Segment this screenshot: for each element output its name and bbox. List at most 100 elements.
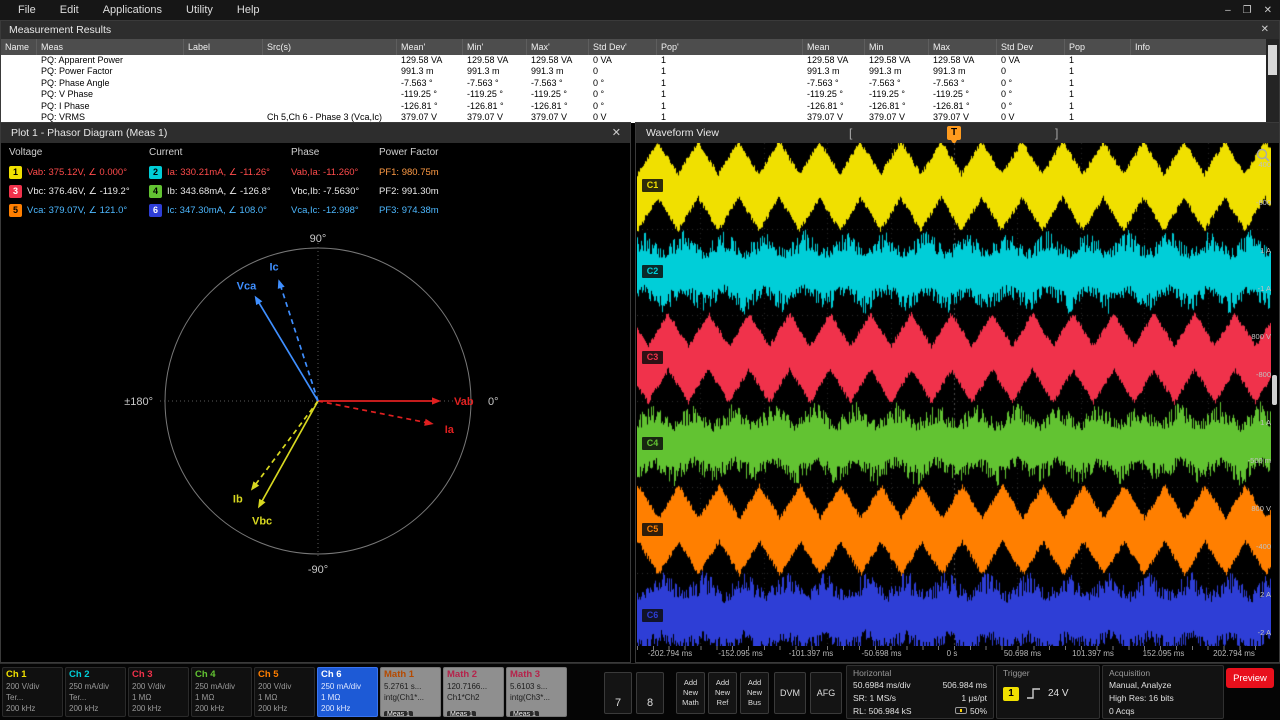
menu-edit[interactable]: Edit	[48, 0, 91, 20]
phasor-vector-vca	[258, 302, 318, 401]
channel-badge-ch-3[interactable]: Ch 3200 V/div1 MΩ200 kHz	[128, 667, 189, 717]
meas-column-header[interactable]: Src(s)	[263, 39, 397, 55]
time-label: 0 s	[947, 649, 958, 658]
trigger-panel[interactable]: Trigger 1 24 V	[996, 665, 1100, 719]
menu-help[interactable]: Help	[225, 0, 272, 20]
trigger-source-badge[interactable]: 1	[1003, 687, 1019, 701]
channel-badge-detail: 1 MΩ	[258, 692, 311, 703]
meas-cell: 0 °	[997, 101, 1065, 112]
meas-cell	[1, 89, 37, 100]
measurement-scrollbar[interactable]	[1266, 39, 1279, 123]
preview-button[interactable]: Preview	[1226, 668, 1274, 688]
channel-badge-ch-6[interactable]: Ch 6250 mA/div1 MΩ200 kHz	[317, 667, 378, 717]
phasor-arrowhead-ic	[278, 279, 285, 289]
meas-cell: 1	[1065, 55, 1131, 66]
time-label: 152.095 ms	[1143, 649, 1185, 658]
meas-cell: 1	[657, 66, 803, 77]
meas-column-header[interactable]: Name	[1, 39, 37, 55]
horizontal-panel[interactable]: Horizontal 50.6984 ms/div 506.984 ms SR:…	[846, 665, 994, 719]
meas-cell: 991.3 m	[397, 66, 463, 77]
add-new-bus-button[interactable]: Add New Bus	[740, 672, 769, 714]
channel-badge-detail: 200 kHz	[258, 703, 311, 714]
channel-badge-detail: 200 V/div	[132, 681, 185, 692]
channel-7-button[interactable]: 7	[604, 672, 632, 714]
channel-8-button[interactable]: 8	[636, 672, 664, 714]
close-icon[interactable]: ✕	[1261, 21, 1269, 39]
meas-column-header[interactable]: Info	[1131, 39, 1267, 55]
menu-file[interactable]: File	[6, 0, 48, 20]
meas-cell: -119.25 °	[929, 89, 997, 100]
zoom-icon[interactable]	[1256, 148, 1270, 162]
measurement-row[interactable]: PQ: Phase Angle-7.563 °-7.563 °-7.563 °0…	[1, 78, 1267, 89]
channel-badge-ch-1[interactable]: Ch 1200 V/divTer...200 kHz	[2, 667, 63, 717]
channel-badge-math-3[interactable]: Math 35.6103 s...intg(Ch3*...Meas 1	[506, 667, 567, 717]
maximize-icon[interactable]: ❐	[1243, 5, 1252, 16]
meas-column-header[interactable]: Pop	[1065, 39, 1131, 55]
channel-badge-detail: 200 kHz	[195, 703, 248, 714]
axis-label-0: 0°	[488, 396, 499, 408]
waveform-channel-handle-c2[interactable]: C2	[641, 264, 664, 279]
channel-badge-ch-5[interactable]: Ch 5200 V/div1 MΩ200 kHz	[254, 667, 315, 717]
add-new-math-button[interactable]: Add New Math	[676, 672, 705, 714]
minimize-icon[interactable]: –	[1225, 5, 1231, 16]
expansion-bracket-right[interactable]: ]	[1055, 123, 1058, 143]
scale-label: 2 A	[1229, 590, 1271, 599]
meas-column-header[interactable]: Pop'	[657, 39, 803, 55]
expansion-bracket-left[interactable]: [	[849, 123, 852, 143]
meas-column-header[interactable]: Meas	[37, 39, 184, 55]
acquisition-mode: Manual, Analyze	[1109, 679, 1217, 692]
meas-cell: -7.563 °	[527, 78, 589, 89]
meas-cell	[184, 55, 263, 66]
meas-column-header[interactable]: Std Dev	[997, 39, 1065, 55]
time-label: -152.095 ms	[718, 649, 762, 658]
scale-label: -1 A	[1229, 284, 1271, 293]
waveform-scrollbar[interactable]	[1272, 375, 1277, 405]
meas-cell: 0 VA	[997, 55, 1065, 66]
waveform-view-panel: Waveform View [ ] T C1C2C3C4C5C6 400-800…	[635, 122, 1280, 663]
channel-badge-math-2[interactable]: Math 2120.7166...Ch1*Ch2Meas 1	[443, 667, 504, 717]
afg-button[interactable]: AFG	[810, 672, 842, 714]
meas-cell: -7.563 °	[397, 78, 463, 89]
meas-cell: -119.25 °	[397, 89, 463, 100]
menu-utility[interactable]: Utility	[174, 0, 225, 20]
scrollbar-thumb[interactable]	[1268, 45, 1277, 75]
menu-applications[interactable]: Applications	[91, 0, 174, 20]
meas-cell: -119.25 °	[463, 89, 527, 100]
channel-badge-ch-2[interactable]: Ch 2250 mA/divTer...200 kHz	[65, 667, 126, 717]
meas-cell: -126.81 °	[929, 101, 997, 112]
meas-column-header[interactable]: Mean	[803, 39, 865, 55]
channel-badge-detail: 200 kHz	[69, 703, 122, 714]
scale-label: 1 A	[1229, 246, 1271, 255]
meas-cell	[1, 55, 37, 66]
close-icon[interactable]: ✕	[612, 123, 621, 143]
waveform-channel-handle-c4[interactable]: C4	[641, 436, 664, 451]
waveform-channel-handle-c1[interactable]: C1	[641, 178, 664, 193]
channel-badge-math-1[interactable]: Math 15.2761 s...intg(Ch1*...Meas 1	[380, 667, 441, 717]
measurement-row[interactable]: PQ: V Phase-119.25 °-119.25 °-119.25 °0 …	[1, 89, 1267, 100]
meas-column-header[interactable]: Label	[184, 39, 263, 55]
measurement-row[interactable]: PQ: Apparent Power129.58 VA129.58 VA129.…	[1, 55, 1267, 66]
trigger-position-marker[interactable]: T	[947, 126, 961, 140]
acquisition-panel[interactable]: Acquisition Manual, Analyze High Res: 16…	[1102, 665, 1224, 719]
meas-cell	[1131, 101, 1267, 112]
meas-column-header[interactable]: Max'	[527, 39, 589, 55]
phasor-plot-titlebar: Plot 1 - Phasor Diagram (Meas 1) ✕	[1, 123, 630, 143]
meas-cell: 129.58 VA	[803, 55, 865, 66]
meas-column-header[interactable]: Std Dev'	[589, 39, 657, 55]
scale-label: -400	[1229, 542, 1271, 551]
close-icon[interactable]: ✕	[1264, 5, 1272, 16]
meas-column-header[interactable]: Mean'	[397, 39, 463, 55]
channel-badge-ch-4[interactable]: Ch 4250 mA/div1 MΩ200 kHz	[191, 667, 252, 717]
meas-column-header[interactable]: Max	[929, 39, 997, 55]
waveform-channel-handle-c6[interactable]: C6	[641, 608, 664, 623]
waveform-channel-handle-c5[interactable]: C5	[641, 522, 664, 537]
meas-column-header[interactable]: Min	[865, 39, 929, 55]
measurement-row[interactable]: PQ: Power Factor991.3 m991.3 m991.3 m019…	[1, 66, 1267, 77]
add-new-ref-button[interactable]: Add New Ref	[708, 672, 737, 714]
waveform-channel-handle-c3[interactable]: C3	[641, 350, 664, 365]
waveform-canvas[interactable]	[637, 143, 1271, 646]
dvm-button[interactable]: DVM	[774, 672, 806, 714]
meas-column-header[interactable]: Min'	[463, 39, 527, 55]
measurement-row[interactable]: PQ: I Phase-126.81 °-126.81 °-126.81 °0 …	[1, 101, 1267, 112]
horizontal-title: Horizontal	[853, 668, 987, 679]
